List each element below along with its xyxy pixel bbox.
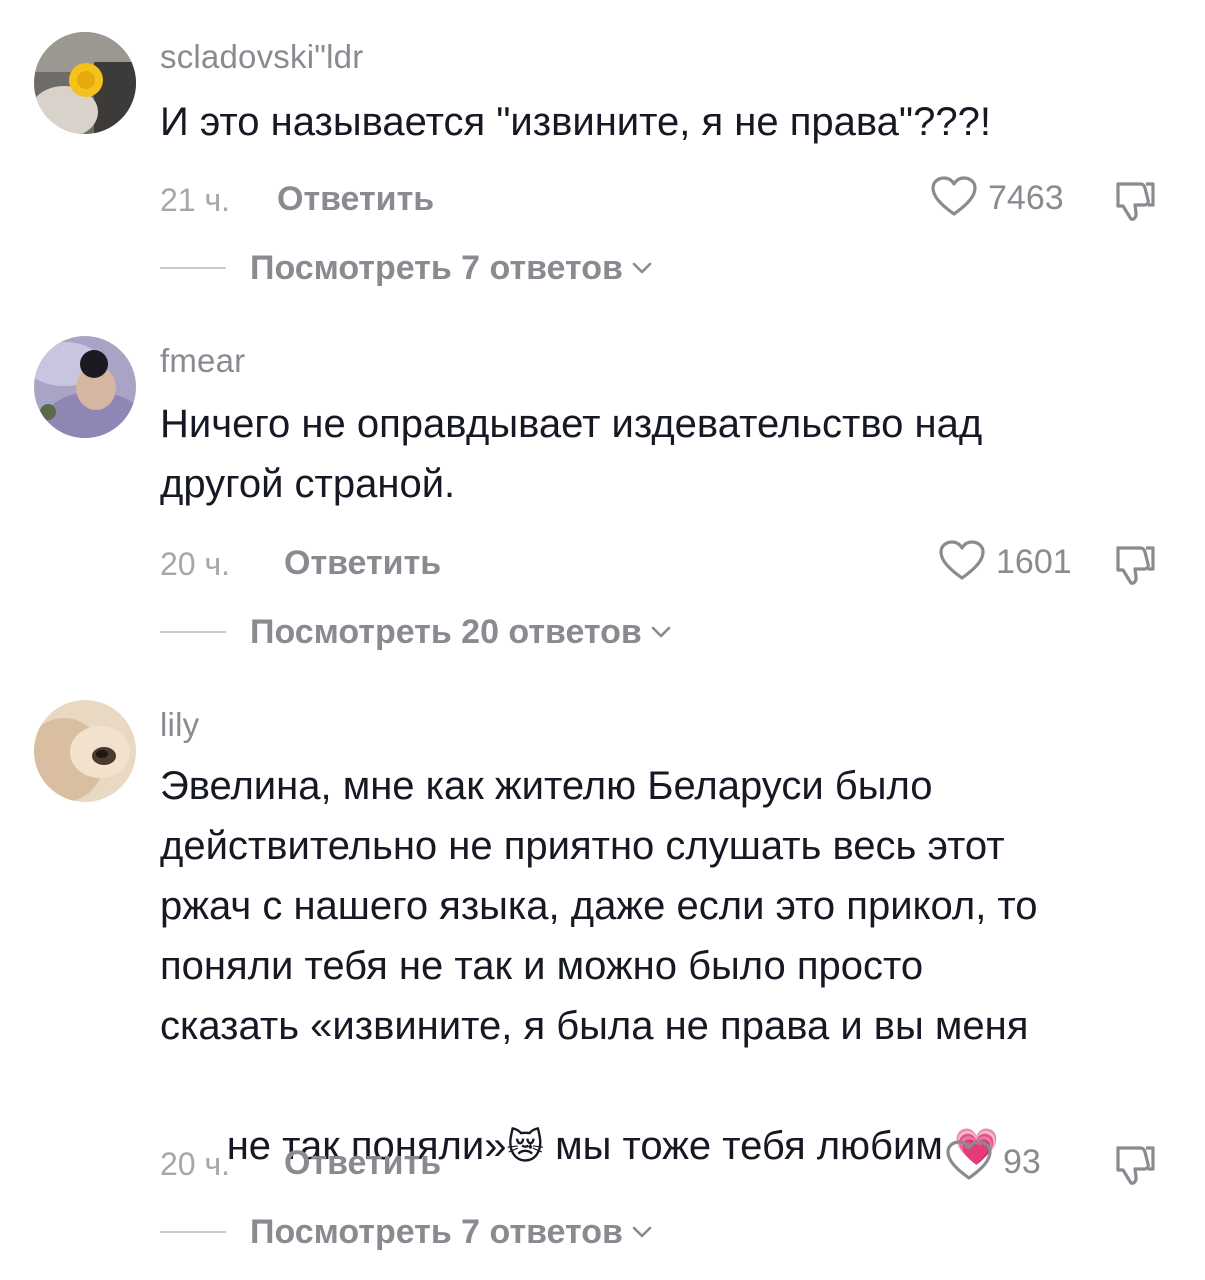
comment-text-line: Ничего не оправдывает издевательство над [160,402,983,446]
view-replies-button[interactable]: Посмотреть 7 ответов [160,1210,653,1254]
comment-username[interactable]: lily [160,706,199,744]
avatar[interactable] [34,336,136,438]
avatar[interactable] [34,700,136,802]
comment-text: Ничего не оправдывает издевательство над… [160,394,1170,514]
comment-actions: 21 ч. Ответить 7463 [160,175,1165,222]
like-count: 7463 [988,178,1064,217]
comment-actions: 20 ч. Ответить 93 [160,1139,1165,1186]
comment-time: 20 ч. [160,1146,231,1182]
heart-outline-icon [938,539,986,586]
chevron-down-icon [650,625,672,644]
comment-actions: 20 ч. Ответить 1601 [160,539,1165,586]
like-button[interactable]: 7463 [930,175,1064,222]
comment-time: 21 ч. [160,182,231,218]
comment-text-line: ржач с нашего языка, даже если это прико… [160,884,1038,928]
view-replies-button[interactable]: Посмотреть 20 ответов [160,610,672,654]
like-button[interactable]: 1601 [938,539,1072,586]
view-replies-label: Посмотреть 7 ответов [250,1212,623,1251]
comment-text-line: другой страной. [160,462,456,506]
comment-username[interactable]: scladovski"ldr [160,38,363,76]
chevron-down-icon [631,1225,653,1244]
comment-text-line: Эвелина, мне как жителю Беларуси было [160,764,933,808]
heart-outline-icon [930,175,978,222]
avatar[interactable] [34,32,136,134]
thumbs-down-icon[interactable] [1110,176,1158,224]
reply-button[interactable]: Ответить [277,180,434,219]
chevron-down-icon [631,261,653,280]
divider [160,1231,226,1233]
divider [160,631,226,633]
comment-text-line: действительно не приятно слушать весь эт… [160,824,1005,868]
like-count: 93 [1003,1142,1041,1181]
comment-text-line: поняли тебя не так и можно было просто [160,944,924,988]
reply-button[interactable]: Ответить [284,1144,441,1183]
reply-button[interactable]: Ответить [284,544,441,583]
heart-outline-icon [945,1139,993,1186]
comment-text-line: сказать «извините, я была не права и вы … [160,1004,1029,1048]
comment-text: И это называется "извините, я не права"?… [160,100,991,144]
comment-username[interactable]: fmear [160,342,245,380]
view-replies-label: Посмотреть 20 ответов [250,612,642,651]
thumbs-down-icon[interactable] [1110,1140,1158,1188]
view-replies-button[interactable]: Посмотреть 7 ответов [160,246,653,290]
like-count: 1601 [996,542,1072,581]
view-replies-label: Посмотреть 7 ответов [250,248,623,287]
divider [160,267,226,269]
thumbs-down-icon[interactable] [1110,540,1158,588]
comment-time: 20 ч. [160,546,231,582]
like-button[interactable]: 93 [945,1139,1041,1186]
